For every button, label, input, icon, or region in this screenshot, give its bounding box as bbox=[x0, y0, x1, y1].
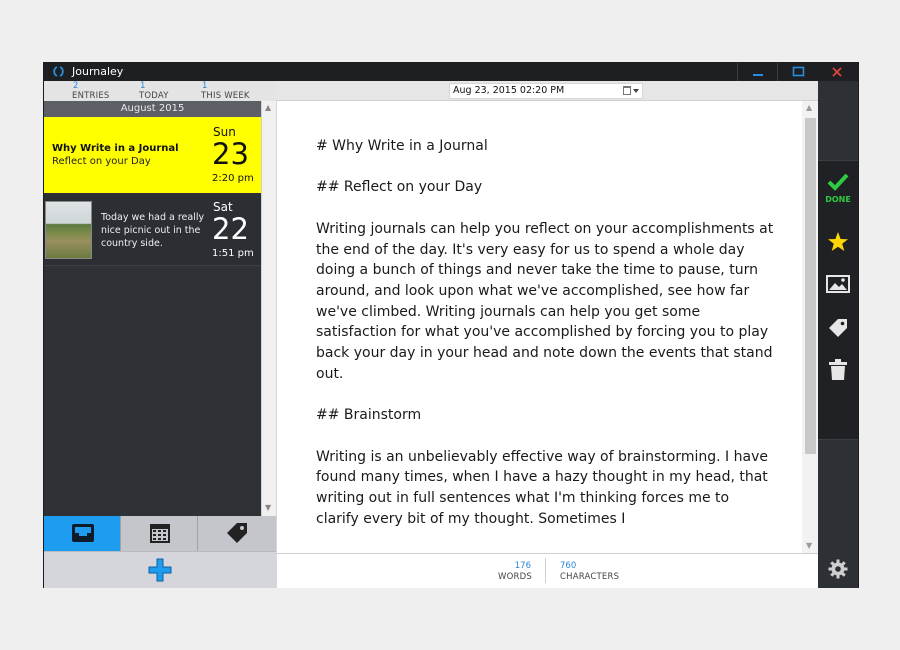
tag-icon bbox=[227, 523, 247, 543]
word-count: 176 WORDS bbox=[498, 561, 532, 583]
view-tabs bbox=[44, 516, 276, 551]
editor-footer: 176 WORDS 760 CHARACTERS bbox=[276, 553, 818, 588]
tab-calendar[interactable] bbox=[121, 516, 198, 551]
scroll-down-icon[interactable]: ▼ bbox=[806, 541, 812, 550]
entry-title: Why Write in a Journal bbox=[52, 143, 179, 154]
scroll-up-icon[interactable]: ▲ bbox=[265, 103, 271, 112]
stat-today-label: TODAY bbox=[139, 91, 169, 101]
stat-this-week-value: 1 bbox=[202, 81, 208, 91]
word-count-label: WORDS bbox=[498, 572, 532, 582]
editor-header: Aug 23, 2015 02:20 PM bbox=[276, 81, 818, 101]
delete-button[interactable] bbox=[818, 353, 858, 389]
entry-snippet: Today we had a really nice picnic out in… bbox=[101, 212, 205, 249]
stat-entries-label: ENTRIES bbox=[72, 91, 110, 101]
calendar-icon bbox=[150, 524, 170, 543]
inbox-icon bbox=[72, 524, 94, 542]
word-count-value: 176 bbox=[514, 561, 531, 571]
app-logo-icon bbox=[53, 66, 64, 77]
tags-button[interactable] bbox=[818, 310, 858, 346]
add-photo-button[interactable] bbox=[818, 267, 858, 303]
entry-item[interactable]: Today we had a really nice picnic out in… bbox=[44, 194, 261, 266]
stat-entries-value: 2 bbox=[73, 81, 79, 91]
close-button[interactable] bbox=[817, 63, 857, 81]
minimize-button[interactable] bbox=[737, 63, 777, 81]
scroll-down-icon[interactable]: ▼ bbox=[265, 503, 271, 512]
action-group: DONE bbox=[818, 160, 858, 440]
entry-time: 1:51 pm bbox=[212, 248, 254, 259]
action-sidebar: DONE bbox=[818, 81, 858, 588]
entry-photo-thumbnail bbox=[45, 201, 92, 259]
maximize-button[interactable] bbox=[777, 63, 817, 81]
stat-this-week: 1 THIS WEEK bbox=[201, 81, 250, 102]
character-count-value: 760 bbox=[560, 561, 577, 571]
maximize-icon bbox=[792, 66, 805, 77]
plus-icon bbox=[148, 558, 172, 582]
stat-today: 1 TODAY bbox=[139, 81, 169, 102]
image-icon bbox=[826, 275, 850, 293]
list-scrollbar[interactable]: ▲ ▼ bbox=[261, 101, 276, 516]
entries-list[interactable]: Why Write in a Journal Reflect on your D… bbox=[44, 117, 261, 516]
entry-time: 2:20 pm bbox=[212, 173, 254, 184]
entry-content-text[interactable]: # Why Write in a Journal ## Reflect on y… bbox=[316, 136, 776, 529]
stat-today-value: 1 bbox=[140, 81, 146, 91]
entry-day-number: 23 bbox=[212, 137, 249, 171]
add-entry-button[interactable] bbox=[44, 551, 276, 588]
checkmark-icon bbox=[827, 173, 849, 191]
done-label: DONE bbox=[825, 195, 851, 204]
month-header: August 2015 bbox=[44, 101, 261, 117]
editor-scroll-thumb[interactable] bbox=[805, 118, 816, 454]
trash-icon bbox=[829, 359, 847, 380]
settings-gear-icon[interactable] bbox=[828, 559, 848, 579]
character-count-label: CHARACTERS bbox=[560, 572, 620, 582]
stats-bar: 2 ENTRIES 1 TODAY 1 THIS WEEK bbox=[44, 81, 276, 101]
close-icon bbox=[832, 67, 842, 77]
window-title: Journaley bbox=[72, 65, 124, 78]
minimize-icon bbox=[753, 74, 763, 76]
entry-day-number: 22 bbox=[212, 212, 249, 246]
scroll-up-icon[interactable]: ▲ bbox=[806, 103, 812, 112]
star-icon bbox=[828, 232, 848, 251]
entry-date-field[interactable]: Aug 23, 2015 02:20 PM bbox=[449, 83, 643, 99]
app-window: Journaley 2 ENTRIES 1 TODAY 1 THIS WEEK … bbox=[43, 62, 859, 588]
character-count: 760 CHARACTERS bbox=[560, 561, 619, 583]
entry-subtitle: Reflect on your Day bbox=[52, 156, 151, 167]
favorite-button[interactable] bbox=[818, 224, 858, 260]
divider bbox=[545, 558, 546, 583]
tag-icon bbox=[829, 319, 847, 337]
stat-entries: 2 ENTRIES bbox=[72, 81, 110, 102]
done-button[interactable]: DONE bbox=[818, 171, 858, 211]
calendar-dropdown-icon[interactable] bbox=[622, 86, 640, 96]
entry-editor[interactable]: # Why Write in a Journal ## Reflect on y… bbox=[276, 101, 818, 553]
tab-entries[interactable] bbox=[44, 516, 121, 551]
editor-scrollbar[interactable]: ▲ ▼ bbox=[802, 101, 818, 553]
entry-date-value: Aug 23, 2015 02:20 PM bbox=[453, 85, 565, 96]
entry-item-selected[interactable]: Why Write in a Journal Reflect on your D… bbox=[44, 117, 261, 193]
tab-tags[interactable] bbox=[198, 516, 275, 551]
stat-this-week-label: THIS WEEK bbox=[201, 91, 250, 101]
title-bar: Journaley bbox=[44, 63, 858, 81]
